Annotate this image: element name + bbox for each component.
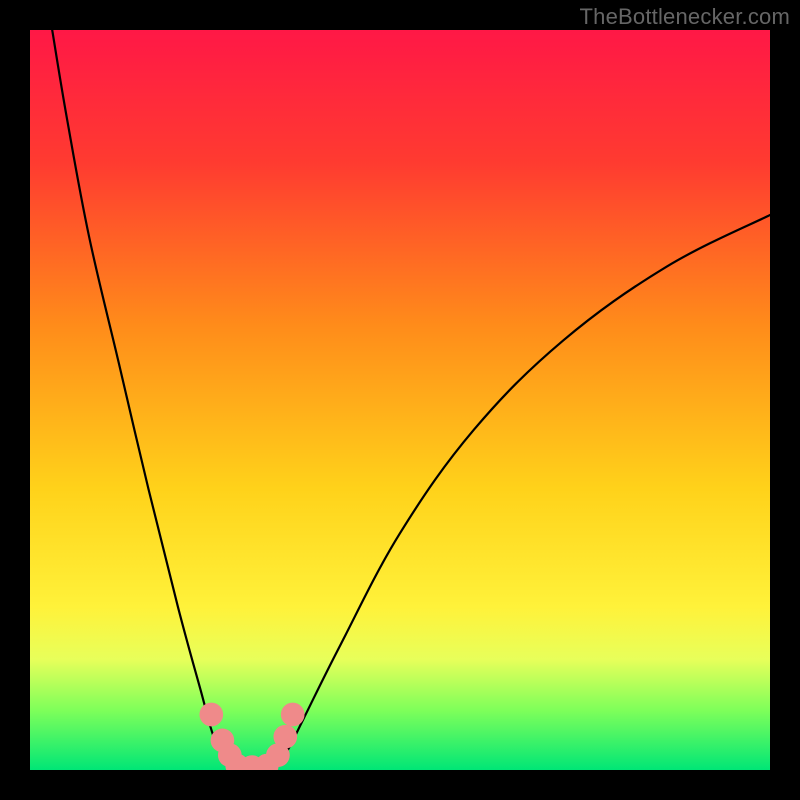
- gradient-background: [30, 30, 770, 770]
- marker-point: [199, 703, 223, 727]
- marker-point: [273, 725, 297, 749]
- bottleneck-chart: [30, 30, 770, 770]
- marker-point: [281, 703, 305, 727]
- plot-area: [30, 30, 770, 770]
- attribution-label: TheBottlenecker.com: [580, 4, 790, 30]
- chart-frame: TheBottlenecker.com: [0, 0, 800, 800]
